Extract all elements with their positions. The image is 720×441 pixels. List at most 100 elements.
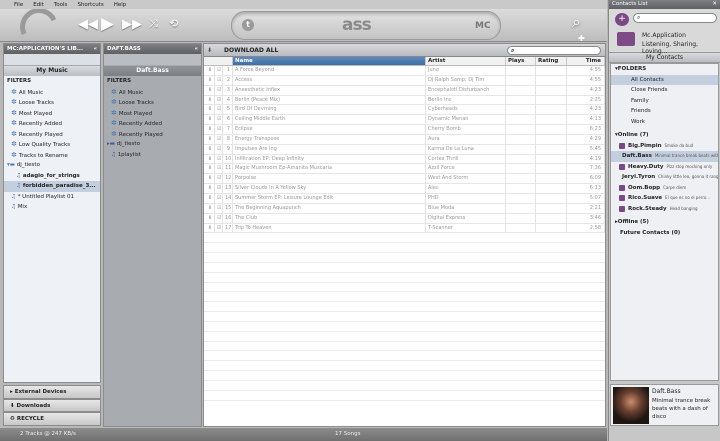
track-rating[interactable] (536, 134, 567, 144)
track-rating[interactable] (536, 95, 567, 105)
track-rating[interactable] (536, 75, 567, 85)
track-rating[interactable] (536, 66, 567, 75)
contact-item[interactable]: Oom.Bopp Carpe diem (611, 183, 718, 194)
download-icon[interactable]: ⬇ (204, 75, 215, 85)
track-rating[interactable] (536, 203, 567, 213)
col-plays[interactable]: Plays (506, 57, 536, 65)
checkbox[interactable]: ☑ (215, 164, 223, 174)
filter-rename[interactable]: ✲ Tracks to Rename (4, 150, 100, 161)
playlist-item[interactable]: ♫ 1playlist (104, 150, 201, 161)
table-row[interactable]: ⬇ ☑ 10 Infiltration EP: Deep Infinity Cortex… (204, 154, 605, 165)
filter-all-music[interactable]: ✲ All Music (104, 87, 201, 98)
track-rating[interactable] (536, 164, 567, 174)
download-icon[interactable]: ⬇ (204, 223, 215, 233)
download-icon[interactable]: ⬇ (204, 115, 215, 125)
folder-work[interactable]: Work (611, 117, 718, 128)
download-icon[interactable]: ⬇ (204, 134, 215, 144)
table-row[interactable]: ⬇ ☑ 4 Berlin (Peace Mix) Berlin Inc 2:25 (204, 95, 605, 106)
checkbox[interactable]: ☑ (215, 134, 223, 144)
filter-all-music[interactable]: ✲ All Music (4, 87, 100, 98)
filter-recently-added[interactable]: ✲ Recently Added (104, 118, 201, 129)
checkbox[interactable]: ☑ (215, 105, 223, 115)
twitter-icon[interactable]: t (242, 19, 254, 31)
table-row[interactable]: ⬇ ☑ 7 Eclipse Cherry Bomb 6:23 (204, 125, 605, 135)
download-icon[interactable]: ⬇ (204, 154, 215, 164)
table-row[interactable]: ⬇ ☑ 5 Bird Of Devrning Cyberheads 4:23 (204, 105, 605, 116)
table-row[interactable]: ⬇ ☑ 14 Summer Storm EP: Leisure Lounge Edit… (204, 193, 605, 204)
future-contacts-group[interactable]: Future Contacts (0) (611, 228, 718, 239)
table-row[interactable]: ⬇ ☑ 8 Energy Transpose Aura 4:29 (204, 134, 605, 145)
download-icon[interactable]: ⬇ (207, 44, 212, 57)
table-row[interactable]: ⬇ ☑ 3 Aneesthetic Inflex Encephalotl Disturb… (204, 85, 605, 96)
download-icon[interactable]: ⬇ (204, 85, 215, 95)
col-time[interactable]: Time (567, 57, 605, 65)
table-row[interactable]: ⬇ ☑ 6 Ceiling Middle Earth Dynamic Menan 4:13 (204, 115, 605, 126)
table-row[interactable]: ⬇ ☑ 1 A Force Beyond Juno 4:55 (204, 66, 605, 76)
menu-tools[interactable]: Tools (54, 2, 68, 8)
download-all-button[interactable]: DOWNLOAD ALL (224, 47, 278, 54)
folder-family[interactable]: Family (611, 96, 718, 107)
contact-item[interactable]: Rico.Suave El que es no el perro... (611, 193, 718, 204)
close-icon[interactable]: ✕ (712, 1, 717, 8)
table-row[interactable]: ⬇ ☑ 16 The Club Digital Express 3:46 (204, 213, 605, 224)
track-rating[interactable] (536, 174, 567, 184)
menu-shortcuts[interactable]: Shortcuts (77, 2, 103, 8)
track-rating[interactable] (536, 115, 567, 125)
checkbox[interactable]: ☑ (215, 184, 223, 193)
track-rating[interactable] (536, 184, 567, 193)
checkbox[interactable]: ☑ (215, 223, 223, 233)
online-group[interactable]: ▾Online (7) (611, 130, 718, 141)
shuffle-icon[interactable]: ⤨ (149, 17, 158, 31)
checkbox[interactable]: ☑ (215, 193, 223, 203)
filter-recently-played[interactable]: ✲ Recently Played (104, 129, 201, 140)
track-rating[interactable] (536, 144, 567, 154)
checkbox[interactable]: ☑ (215, 125, 223, 134)
checkbox[interactable]: ☑ (215, 174, 223, 184)
track-search-input[interactable]: ⌕ (507, 46, 601, 55)
track-item[interactable]: ♫ adagio_for_strings (4, 171, 100, 182)
track-rating[interactable] (536, 154, 567, 164)
download-icon[interactable]: ⬇ (204, 213, 215, 223)
contact-item[interactable]: Rock.Steady Head banging (611, 204, 718, 215)
table-row[interactable]: ⬇ ☑ 15 The Beginning Aquapunch Blue Moda 2:21 (204, 203, 605, 214)
next-icon[interactable]: ▶▶ (122, 17, 142, 32)
track-rating[interactable] (536, 193, 567, 203)
folder-item[interactable]: ▸▬ dj_tiesto (104, 139, 201, 150)
menu-help[interactable]: Help (114, 2, 127, 8)
contact-item[interactable]: Jeryl.Tyron Chinky little leo, gonna it r… (611, 172, 718, 183)
contact-item[interactable]: Heavy.Duty Plzz stop mocking only (611, 162, 718, 173)
downloads-button[interactable]: ⬇ Downloads (3, 398, 101, 412)
checkbox[interactable]: ☑ (215, 203, 223, 213)
track-rating[interactable] (536, 223, 567, 233)
folder-friends[interactable]: Friends (611, 106, 718, 117)
download-icon[interactable]: ⬇ (204, 203, 215, 213)
checkbox[interactable]: ☑ (215, 85, 223, 95)
download-icon[interactable]: ⬇ (204, 193, 215, 203)
col-rating[interactable]: Rating (536, 57, 567, 65)
table-row[interactable]: ⬇ ☑ 9 Impulses Are Ing Karma De La Luna 5:45 (204, 144, 605, 155)
download-icon[interactable]: ⬇ (204, 105, 215, 115)
col-name[interactable]: Name (233, 57, 426, 65)
add-icon[interactable]: ✚ (578, 34, 590, 43)
checkbox[interactable]: ☑ (215, 75, 223, 85)
external-devices-button[interactable]: ▸ External Devices (3, 385, 101, 399)
filter-recently-played[interactable]: ✲ Recently Played (4, 129, 100, 140)
collapse-icon[interactable]: « (93, 46, 97, 52)
contact-item[interactable]: Daft.Bass Minimal trance break beats with (611, 151, 718, 162)
col-artist[interactable]: Artist (426, 57, 506, 65)
download-icon[interactable]: ⬇ (204, 125, 215, 134)
track-rating[interactable] (536, 125, 567, 134)
add-contact-icon[interactable]: + (615, 13, 629, 26)
filter-low-quality[interactable]: ✲ Low Quality Tracks (4, 139, 100, 150)
table-row[interactable]: ⬇ ☑ 17 Trip To Heaven T-Scanner 2:58 (204, 223, 605, 234)
folder-close-friends[interactable]: Close Friends (611, 85, 718, 96)
checkbox[interactable]: ☑ (215, 144, 223, 154)
download-icon[interactable]: ⬇ (204, 95, 215, 105)
play-icon[interactable]: ▶ (101, 14, 114, 34)
filter-most-played[interactable]: ✲ Most Played (104, 108, 201, 119)
menu-file[interactable]: File (14, 2, 23, 8)
filter-loose-tracks[interactable]: ✲ Loose Tracks (4, 97, 100, 108)
track-item[interactable]: ♫ forbidden_paradise_3... (4, 181, 100, 192)
download-icon[interactable]: ⬇ (204, 184, 215, 193)
download-icon[interactable]: ⬇ (204, 164, 215, 174)
